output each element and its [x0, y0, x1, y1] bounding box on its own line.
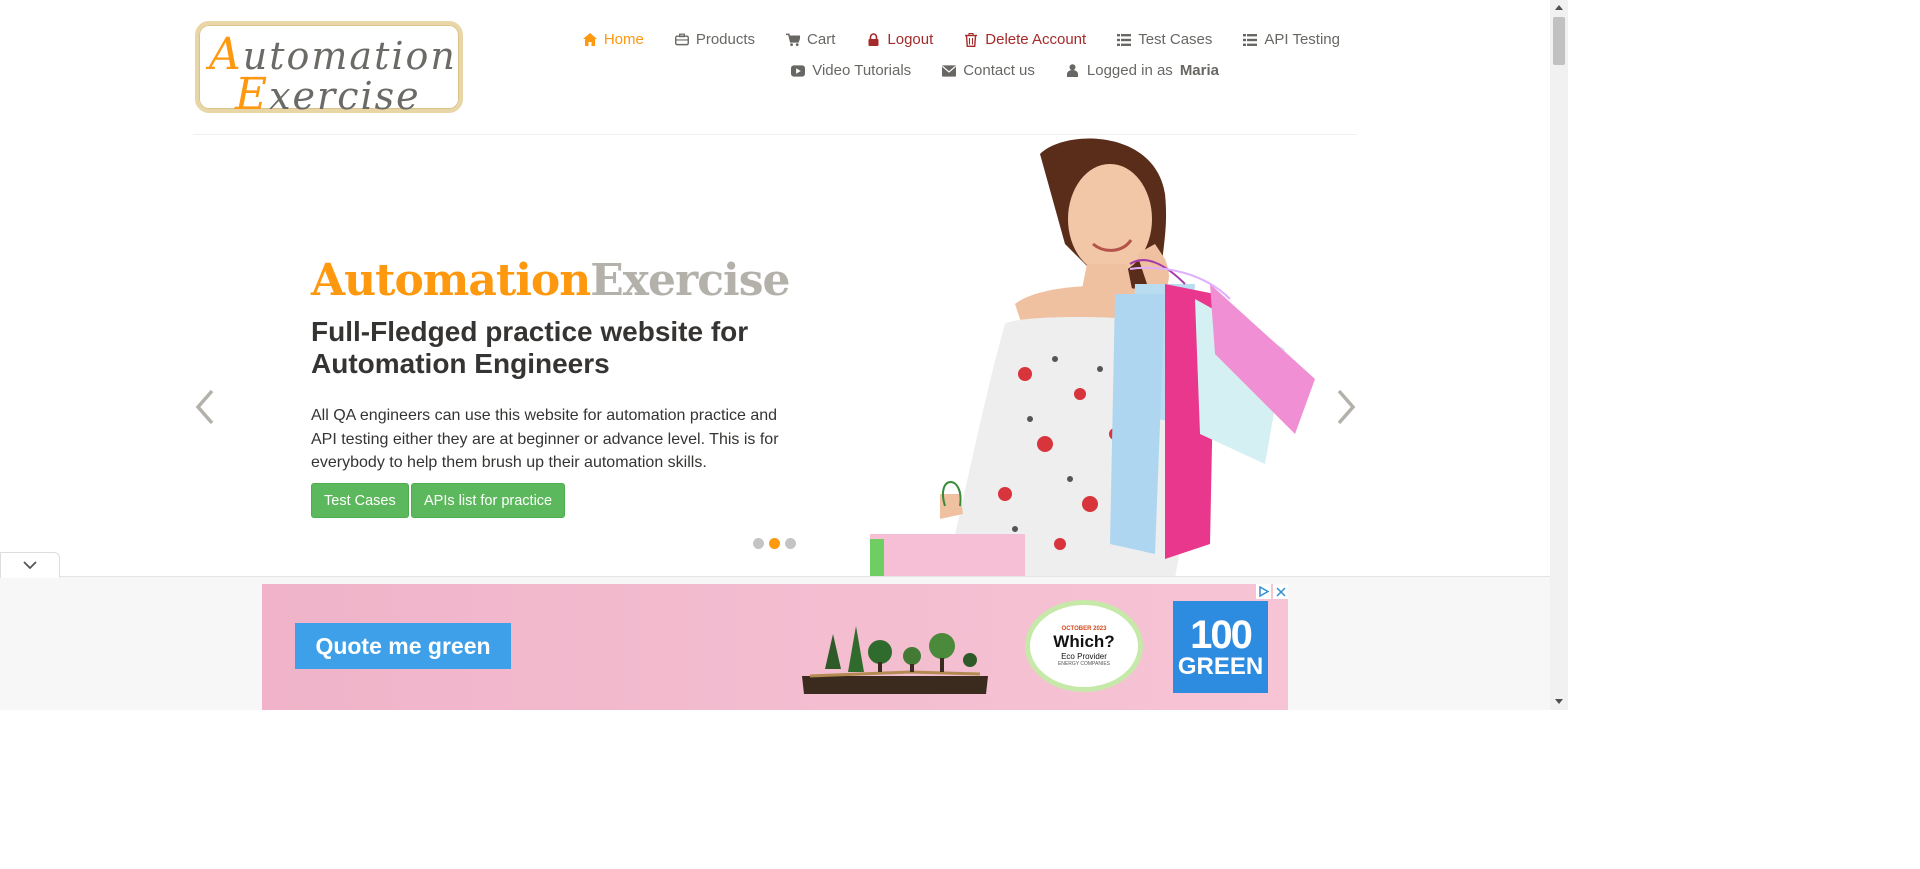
page: Automation Exercise Home Products Cart L…	[0, 0, 1568, 710]
nav-logout[interactable]: Logout	[866, 31, 933, 48]
slider-heading: Full-Fledged practice website for Automa…	[311, 316, 749, 379]
list-icon	[1243, 33, 1258, 47]
chevron-down-icon	[23, 561, 37, 570]
briefcase-icon	[674, 33, 689, 47]
slider-next-arrow[interactable]	[1335, 388, 1357, 426]
user-icon	[1066, 64, 1080, 78]
ad-trees-illustration	[802, 626, 988, 694]
ad-collapse-toggle[interactable]	[0, 552, 60, 578]
nav-cart[interactable]: Cart	[786, 31, 835, 48]
home-icon	[582, 33, 597, 47]
slider-indicator-1[interactable]	[753, 538, 764, 549]
site-logo[interactable]: Automation Exercise	[195, 21, 463, 120]
nav-contact-us[interactable]: Contact us	[942, 62, 1035, 79]
nav-test-cases[interactable]: Test Cases	[1117, 31, 1212, 48]
slider-indicator-2[interactable]	[769, 538, 780, 549]
slider-description: All QA engineers can use this website fo…	[311, 407, 779, 471]
scroll-down-arrow-icon[interactable]	[1555, 699, 1563, 704]
logo-text-line2: Exercise	[235, 69, 421, 120]
logged-in-username: Maria	[1179, 62, 1219, 79]
main-nav-row2: Video Tutorials Contact us Logged in as …	[760, 62, 1219, 79]
youtube-play-icon	[791, 64, 806, 78]
vertical-scrollbar[interactable]	[1550, 0, 1568, 710]
100-green-logo: 100 GREEN	[1173, 601, 1268, 693]
apis-list-button[interactable]: APIs list for practice	[411, 483, 566, 518]
logged-in-label: Logged in as	[1086, 62, 1173, 79]
which-eco-provider-badge: OCTOBER 2023 Which? Eco Provider ENERGY …	[1025, 600, 1143, 692]
slider-indicators	[753, 538, 796, 549]
lock-icon	[866, 33, 880, 47]
trash-icon	[964, 32, 978, 47]
ad-controls	[1254, 584, 1288, 599]
nav-products[interactable]: Products	[674, 31, 755, 48]
list-icon	[1117, 33, 1132, 47]
main-nav-row1: Home Products Cart Logout Delete Account…	[552, 31, 1340, 48]
ad-cta-button[interactable]: Quote me green	[295, 623, 511, 669]
cart-icon	[786, 33, 801, 47]
nav-logged-in-as[interactable]: Logged in as Maria	[1066, 62, 1219, 79]
hero-image-shopping-woman	[865, 134, 1325, 578]
nav-delete-account[interactable]: Delete Account	[964, 31, 1086, 48]
advertisement-banner[interactable]: Quote me green OCTOBER 2023 Which? Eco P…	[262, 584, 1288, 710]
nav-home[interactable]: Home	[582, 31, 644, 48]
slider-prev-arrow[interactable]	[194, 388, 216, 426]
nav-api-testing[interactable]: API Testing	[1243, 31, 1340, 48]
close-icon[interactable]	[1273, 584, 1288, 599]
slider-title: AutomationExercise	[311, 255, 790, 306]
nav-video-tutorials[interactable]: Video Tutorials	[791, 62, 911, 79]
envelope-icon	[942, 64, 957, 78]
scroll-up-arrow-icon[interactable]	[1555, 5, 1563, 10]
slider-indicator-3[interactable]	[785, 538, 796, 549]
scrollbar-thumb[interactable]	[1553, 17, 1565, 65]
test-cases-button[interactable]: Test Cases	[311, 483, 409, 518]
adchoices-icon[interactable]	[1256, 584, 1271, 599]
